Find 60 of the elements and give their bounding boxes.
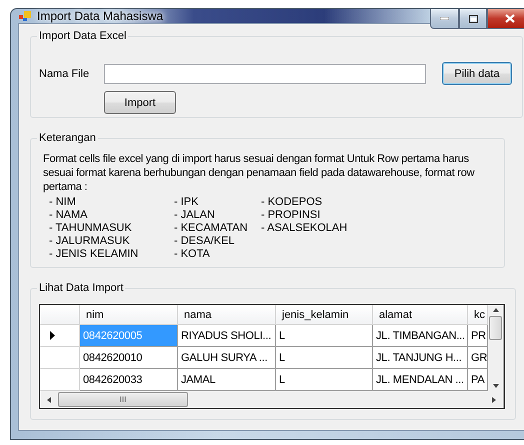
table-cell: PR (468, 325, 488, 347)
table-cell: PA (468, 369, 488, 391)
current-row-icon (50, 331, 55, 340)
group-title: Import Data Excel (38, 30, 128, 42)
corner-header (40, 305, 80, 325)
vertical-scrollbar[interactable] (488, 305, 503, 391)
field-name: - KODEPOS (261, 196, 324, 209)
column-header[interactable]: jenis_kelamin (276, 305, 373, 325)
table-cell: 0842620005 (80, 325, 178, 347)
scroll-right-icon[interactable] (491, 396, 497, 402)
file-label: Nama File (39, 68, 90, 80)
close-button[interactable] (487, 9, 524, 29)
group-title: Lihat Data Import (38, 282, 124, 294)
maximize-icon (468, 14, 478, 22)
table-cell: L (276, 369, 373, 391)
column-header[interactable]: alamat (373, 305, 468, 325)
table-cell: GALUH SURYA ... (178, 347, 276, 369)
scroll-thumb[interactable] (489, 316, 502, 340)
table-cell: L (276, 325, 373, 347)
minimize-button[interactable] (430, 9, 459, 29)
import-button[interactable]: Import (104, 91, 176, 114)
table-cell: 0842620010 (80, 347, 178, 369)
group-title: Keterangan (38, 132, 97, 144)
row-header[interactable] (40, 325, 80, 347)
field-name: - KOTA (174, 248, 211, 261)
window-title: Import Data Mahasiswa (37, 9, 164, 23)
close-icon (505, 14, 515, 23)
table-cell: 0842620033 (80, 369, 178, 391)
minimize-icon (440, 17, 449, 20)
column-header[interactable]: nim (80, 305, 178, 325)
scroll-thumb[interactable]: III (58, 392, 188, 407)
browse-button[interactable]: Pilih data (442, 62, 512, 85)
column-header[interactable]: nama (178, 305, 276, 325)
table-cell: JL. MENDALAN ... (373, 369, 468, 391)
field-name: - DESA/KEL (174, 235, 236, 248)
field-name: - JALAN (174, 209, 216, 222)
field-name: - TAHUNMASUK (49, 222, 133, 235)
field-name: - JENIS KELAMIN (49, 248, 140, 261)
field-name: - NAMA (49, 209, 88, 222)
scroll-left-icon[interactable] (46, 396, 52, 402)
horizontal-scrollbar[interactable]: III (40, 391, 503, 408)
field-name: - NIM (49, 196, 77, 209)
table-cell: JL. TIMBANGAN... (373, 325, 468, 347)
column-header[interactable]: kc (468, 305, 488, 325)
field-name: - KECAMATAN (174, 222, 249, 235)
field-name: - PROPINSI (261, 209, 322, 222)
info-text: Format cells file excel yang di import harus sesuai dengan format Untuk Row pertama harus sesuai format karena berhubungan dengan penamaan field pada datawarehouse, format row pertama : (43, 152, 476, 194)
file-name-field[interactable] (104, 64, 426, 84)
field-name: - ASALSEKOLAH (261, 222, 348, 235)
table-cell: JAMAL (178, 369, 276, 391)
field-name: - IPK (174, 196, 200, 209)
table-cell: L (276, 347, 373, 369)
field-name: - JALURMASUK (49, 235, 131, 248)
scroll-down-icon[interactable] (492, 383, 498, 389)
table-cell: GR (468, 347, 488, 369)
table-cell: RIYADUS SHOLI... (178, 325, 276, 347)
app-icon (19, 11, 31, 21)
table-cell: JL. TANJUNG H... (373, 347, 468, 369)
scroll-up-icon[interactable] (492, 307, 498, 313)
maximize-button[interactable] (459, 9, 487, 29)
